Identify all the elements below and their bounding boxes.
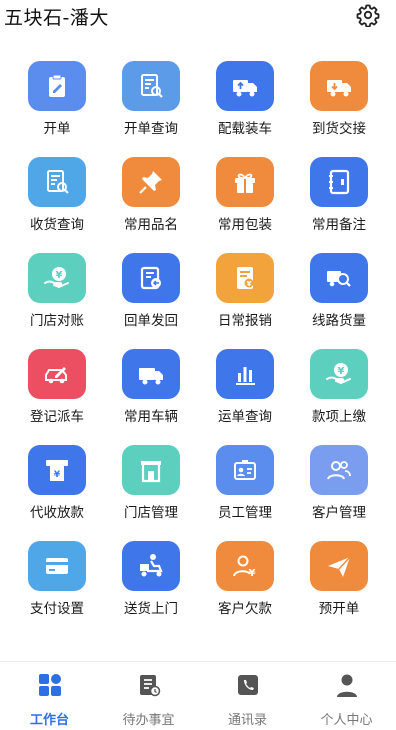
svg-text:¥: ¥ xyxy=(338,366,345,377)
grid-item-gift-box[interactable]: 常用包装 xyxy=(198,157,292,233)
grid-item-user-debt[interactable]: ¥ 客户欠款 xyxy=(198,541,292,617)
grid-item-users[interactable]: 客户管理 xyxy=(292,445,386,521)
truck-icon xyxy=(122,349,180,399)
grid-item-vehicle-register[interactable]: 登记派车 xyxy=(10,349,104,425)
grid-item-label: 款项上缴 xyxy=(312,409,366,425)
expense-receipt-icon: ¥ xyxy=(216,253,274,303)
grid-item-label: 门店管理 xyxy=(124,505,178,521)
tab-label: 个人中心 xyxy=(320,713,373,728)
bar-chart-icon xyxy=(216,349,274,399)
gear-icon[interactable] xyxy=(356,3,380,28)
grid-item-yen-hand[interactable]: ¥ 款项上缴 xyxy=(292,349,386,425)
user-icon xyxy=(334,672,360,702)
workbench-grid-icon xyxy=(37,672,63,702)
grid-item-truck[interactable]: 常用车辆 xyxy=(104,349,198,425)
paper-plane-icon xyxy=(310,541,368,591)
header: 五块石-潘大 xyxy=(0,0,396,32)
grid-item-label: 开单查询 xyxy=(124,121,178,137)
grid-item-yen-hand[interactable]: ¥ 门店对账 xyxy=(10,253,104,329)
grid-item-notebook[interactable]: 常用备注 xyxy=(292,157,386,233)
grid-item-credit-card[interactable]: 支付设置 xyxy=(10,541,104,617)
grid-item-label: 客户欠款 xyxy=(218,601,272,617)
grid-item-store[interactable]: 门店管理 xyxy=(104,445,198,521)
grid-item-label: 常用包装 xyxy=(218,217,272,233)
grid-item-label: 收货查询 xyxy=(30,217,84,233)
svg-text:¥: ¥ xyxy=(249,568,256,579)
phone-book-icon xyxy=(235,672,261,702)
grid-item-id-badge[interactable]: 员工管理 xyxy=(198,445,292,521)
page-title: 五块石-潘大 xyxy=(4,7,109,29)
notebook-icon xyxy=(310,157,368,207)
clipboard-pen-icon xyxy=(28,61,86,111)
grid-item-pin[interactable]: 常用品名 xyxy=(104,157,198,233)
grid-item-label: 支付设置 xyxy=(30,601,84,617)
grid-item-label: 回单发回 xyxy=(124,313,178,329)
tab-todo-list[interactable]: 待办事宜 xyxy=(99,662,198,730)
user-debt-icon: ¥ xyxy=(216,541,274,591)
tab-workbench-grid[interactable]: 工作台 xyxy=(0,662,99,730)
grid-item-label: 运单查询 xyxy=(218,409,272,425)
bottom-tab-bar: 工作台 待办事宜 通讯录 个人中心 xyxy=(0,661,396,730)
grid-item-label: 代收放款 xyxy=(30,505,84,521)
tab-label: 待办事宜 xyxy=(122,713,175,728)
tab-phone-book[interactable]: 通讯录 xyxy=(198,662,297,730)
truck-load-icon xyxy=(216,61,274,111)
tab-user[interactable]: 个人中心 xyxy=(297,662,396,730)
yen-hand-icon: ¥ xyxy=(310,349,368,399)
grid-item-clipboard-pen[interactable]: 开单 xyxy=(10,61,104,137)
document-search-icon xyxy=(122,61,180,111)
pin-icon xyxy=(122,157,180,207)
grid-item-truck-unload[interactable]: 到货交接 xyxy=(292,61,386,137)
grid-item-truck-load[interactable]: 配载装车 xyxy=(198,61,292,137)
tab-label: 工作台 xyxy=(29,713,69,728)
grid-item-label: 门店对账 xyxy=(30,313,84,329)
users-icon xyxy=(310,445,368,495)
svg-text:¥: ¥ xyxy=(247,280,252,288)
grid-item-label: 到货交接 xyxy=(312,121,366,137)
truck-unload-icon xyxy=(310,61,368,111)
grid-item-document-search[interactable]: 开单查询 xyxy=(104,61,198,137)
grid-item-paper-plane[interactable]: 预开单 xyxy=(292,541,386,617)
grid-item-atm-yen[interactable]: ¥ 代收放款 xyxy=(10,445,104,521)
grid-item-label: 配载装车 xyxy=(218,121,272,137)
grid-item-label: 送货上门 xyxy=(124,601,178,617)
vehicle-register-icon xyxy=(28,349,86,399)
grid-item-label: 员工管理 xyxy=(218,505,272,521)
atm-yen-icon: ¥ xyxy=(28,445,86,495)
receipt-return-icon xyxy=(122,253,180,303)
grid-item-label: 常用备注 xyxy=(312,217,366,233)
grid-item-label: 日常报销 xyxy=(218,313,272,329)
grid-item-label: 预开单 xyxy=(318,601,360,617)
id-badge-icon xyxy=(216,445,274,495)
grid-item-document-search[interactable]: 收货查询 xyxy=(10,157,104,233)
store-icon xyxy=(122,445,180,495)
grid-item-label: 线路货量 xyxy=(312,313,366,329)
delivery-scooter-icon xyxy=(122,541,180,591)
grid-item-label: 开单 xyxy=(43,121,71,137)
grid-item-label: 常用车辆 xyxy=(124,409,178,425)
grid-item-label: 登记派车 xyxy=(30,409,84,425)
grid-item-truck-search[interactable]: 线路货量 xyxy=(292,253,386,329)
todo-list-icon xyxy=(136,672,162,702)
svg-text:¥: ¥ xyxy=(54,470,61,480)
credit-card-icon xyxy=(28,541,86,591)
function-grid: 开单 开单查询 配载装车 到货交接收货查询 常用品名 常用包装 常用备注 ¥ 门店对账 回单发回 ¥… xyxy=(0,61,396,617)
grid-item-expense-receipt[interactable]: ¥ 日常报销 xyxy=(198,253,292,329)
gift-box-icon xyxy=(216,157,274,207)
grid-item-label: 客户管理 xyxy=(312,505,366,521)
grid-item-delivery-scooter[interactable]: 送货上门 xyxy=(104,541,198,617)
yen-hand-icon: ¥ xyxy=(28,253,86,303)
grid-item-receipt-return[interactable]: 回单发回 xyxy=(104,253,198,329)
grid-item-label: 常用品名 xyxy=(124,217,178,233)
tab-label: 通讯录 xyxy=(227,713,267,728)
document-search-icon xyxy=(28,157,86,207)
svg-text:¥: ¥ xyxy=(56,270,63,281)
truck-search-icon xyxy=(310,253,368,303)
grid-item-bar-chart[interactable]: 运单查询 xyxy=(198,349,292,425)
